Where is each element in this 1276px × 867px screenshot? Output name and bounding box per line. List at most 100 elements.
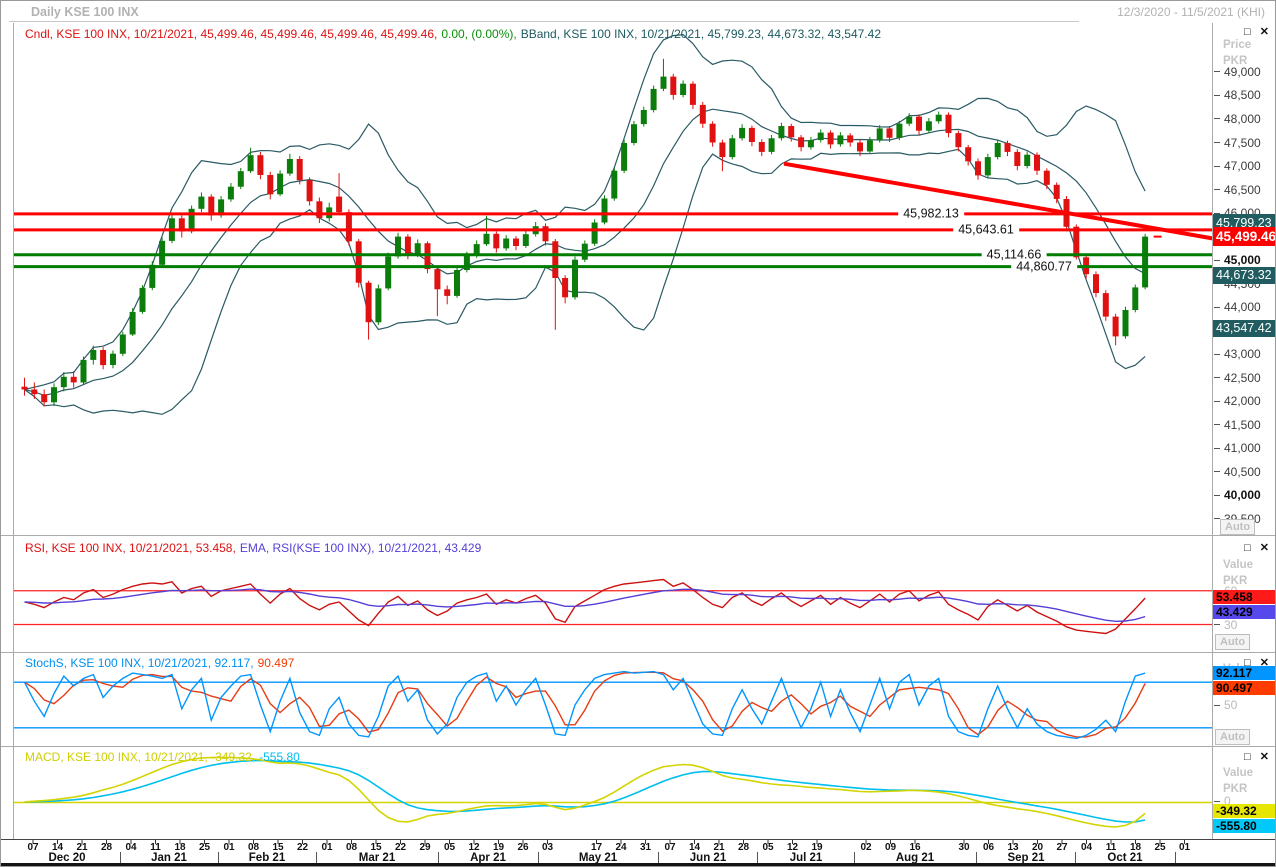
- candle-body: [650, 88, 657, 111]
- candle-body: [119, 334, 126, 354]
- candle-body: [778, 126, 785, 139]
- chart-window: Daily KSE 100 INX 12/3/2020 - 11/5/2021 …: [0, 0, 1276, 867]
- candle-body: [404, 236, 411, 255]
- candle-body: [1093, 274, 1099, 293]
- candle-body: [689, 83, 696, 105]
- chart-canvas[interactable]: [1, 1, 1276, 867]
- candle-body: [375, 288, 382, 323]
- candle-body: [237, 171, 244, 187]
- candle-body: [1122, 310, 1129, 337]
- candle-body: [1014, 151, 1021, 166]
- candle-body: [748, 127, 755, 142]
- trend-line[interactable]: [783, 161, 1214, 241]
- candle-body: [896, 123, 903, 138]
- candle-body: [670, 76, 677, 95]
- candle-body: [1024, 154, 1031, 166]
- candle-body: [513, 238, 519, 246]
- candle-body: [296, 159, 303, 181]
- candle-body: [286, 159, 293, 174]
- candle-body: [758, 142, 765, 152]
- candle-body: [1004, 143, 1011, 152]
- candle-body: [916, 116, 922, 131]
- candle-body: [788, 126, 795, 138]
- xaxis-border: [1, 839, 1275, 840]
- candle-body: [699, 104, 706, 124]
- bollinger-lower-line: [24, 148, 1146, 415]
- candle-body: [129, 311, 136, 335]
- candle-body: [139, 287, 146, 312]
- candle-body: [621, 143, 628, 171]
- candle-body: [719, 142, 726, 158]
- candle-body: [247, 155, 254, 172]
- candle-body: [385, 256, 392, 289]
- candle-body: [709, 123, 716, 143]
- candle-body: [355, 241, 362, 283]
- candle-body: [110, 353, 116, 365]
- candle-body: [522, 234, 529, 246]
- panel-separator: [1, 652, 1275, 653]
- candle-body: [739, 127, 746, 139]
- candle-body: [847, 135, 854, 143]
- candle-body: [336, 196, 343, 213]
- candle-body: [857, 142, 863, 152]
- candle-body: [277, 173, 284, 195]
- candle-body: [562, 278, 569, 298]
- candle-body: [611, 170, 618, 199]
- plot-left-border: [13, 23, 14, 839]
- candle-body: [768, 138, 775, 152]
- candle-body: [1142, 236, 1149, 288]
- candle-body: [1132, 287, 1139, 310]
- candle-body: [41, 394, 48, 403]
- panel-separator: [1, 535, 1275, 536]
- candle-body: [149, 264, 156, 288]
- candle-body: [21, 386, 28, 390]
- candle-body: [581, 243, 588, 260]
- candle-body: [444, 289, 451, 296]
- candle-body: [798, 137, 805, 148]
- candle-body: [837, 135, 844, 145]
- rsi-ema-line: [24, 588, 1146, 623]
- candle-body: [591, 222, 598, 244]
- candle-body: [306, 180, 313, 202]
- candle-body: [365, 282, 372, 323]
- candle-body: [935, 114, 942, 122]
- candle-body: [994, 143, 1001, 158]
- macd-signal-line: [24, 759, 1146, 823]
- candle-body: [31, 389, 38, 395]
- candle-body: [100, 350, 107, 366]
- candle-body: [866, 140, 873, 152]
- candle-body: [159, 240, 166, 265]
- candle-body: [188, 208, 195, 232]
- candle-body: [434, 269, 441, 290]
- candle-body: [1034, 154, 1040, 171]
- window-bottom-edge: [1, 863, 1275, 866]
- candle-body: [483, 233, 490, 245]
- candle-body: [80, 359, 87, 383]
- candle-body: [886, 128, 893, 138]
- candle-body: [1043, 170, 1050, 185]
- candle-body: [267, 175, 274, 195]
- candle-body: [945, 114, 952, 133]
- candle-body: [316, 201, 323, 219]
- plot-right-border: [1212, 23, 1213, 839]
- candlestick-series: [21, 58, 1149, 407]
- candle-body: [984, 157, 991, 176]
- candle-body: [680, 83, 687, 95]
- candle-body: [1102, 293, 1109, 317]
- candle-body: [827, 132, 834, 145]
- candle-body: [631, 124, 637, 143]
- candle-body: [257, 155, 264, 175]
- candle-body: [601, 198, 608, 223]
- candle-body: [729, 138, 736, 158]
- candle-body: [503, 238, 510, 249]
- candle-body: [965, 147, 972, 162]
- candle-body: [552, 241, 559, 278]
- panel-separator: [1, 746, 1275, 747]
- candle-body: [90, 350, 97, 360]
- candle-body: [876, 128, 883, 141]
- candle-body: [975, 161, 981, 176]
- candle-body: [60, 376, 67, 388]
- candle-body: [807, 140, 814, 148]
- candle-body: [493, 233, 500, 249]
- candle-body: [70, 376, 77, 383]
